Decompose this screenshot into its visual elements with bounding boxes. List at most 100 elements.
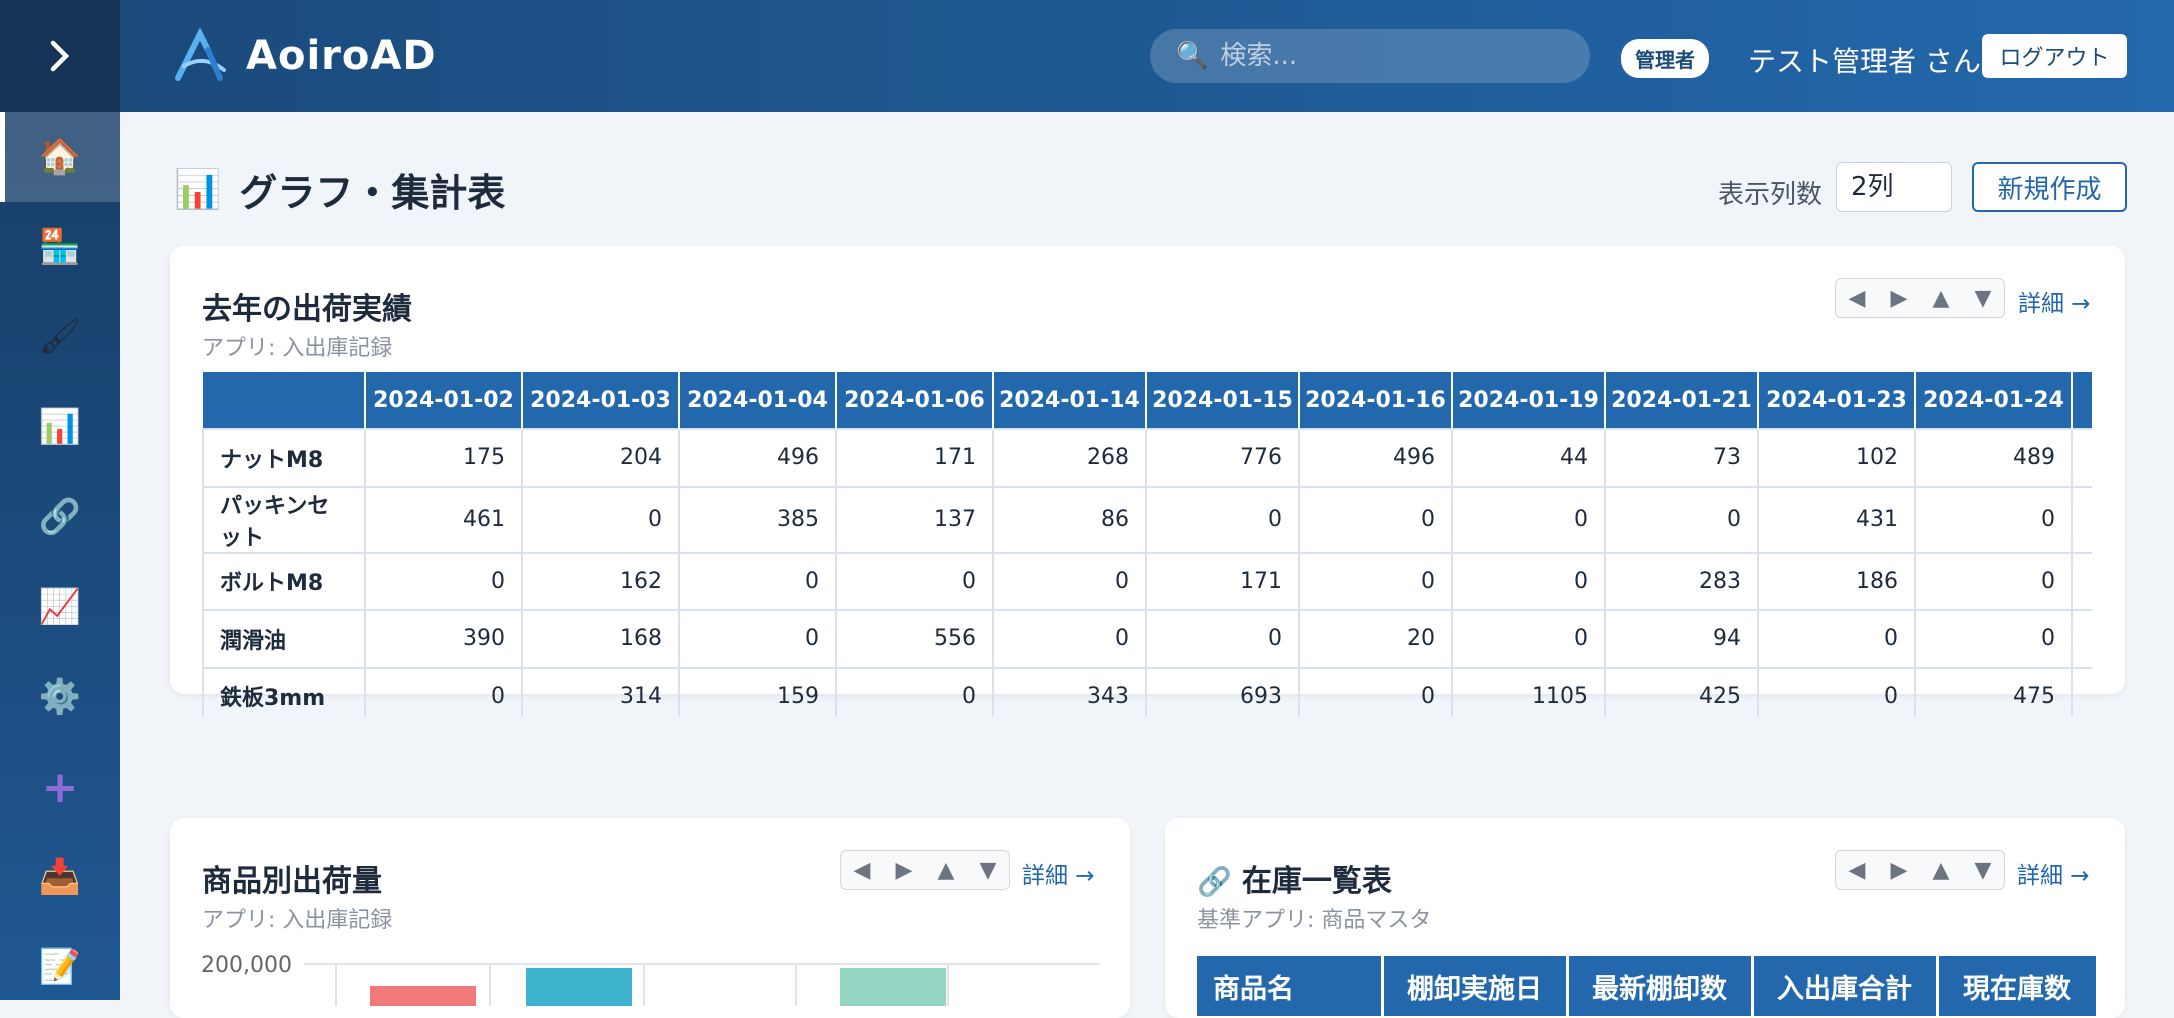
gear-icon: ⚙️ [38, 677, 82, 717]
column-header: 現在庫数 [1937, 956, 2097, 1016]
table-row: ナットM8 175 204 496 171 268 776 496 44 73 102 489 [202, 428, 2092, 488]
by-product-bar-chart: 200,000 [201, 953, 1100, 1006]
detail-link[interactable]: 詳細 → [2017, 856, 2090, 890]
sidebar-item-brush[interactable]: 🖌 [0, 292, 120, 382]
column-header: 入出庫合計 [1752, 956, 1939, 1016]
main-content: 📊 グラフ・集計表 表示列数 2列 新規作成 去年の出荷実績 アプリ: 入出庫記… [120, 112, 2174, 1018]
new-create-button[interactable]: 新規作成 [1972, 162, 2127, 212]
inventory-table: 商品名 棚卸実施日 最新棚卸数 入出庫合計 現在庫数 [1197, 956, 2097, 1016]
sidebar-item-store[interactable]: 🏪 [0, 202, 120, 292]
inbox-tray-icon: 📥 [38, 857, 82, 897]
card-move-controls: ◀ ▶ ▲ ▼ [840, 850, 1010, 890]
table-cell: 496 [678, 428, 837, 488]
home-icon: 🏠 [38, 137, 82, 177]
table-cell: 489 [1914, 428, 2073, 488]
move-right-button[interactable]: ▶ [1878, 851, 1920, 889]
detail-link[interactable]: 詳細 → [2018, 284, 2091, 318]
brush-icon: 🖌 [38, 317, 82, 357]
table-cell: 137 [835, 485, 994, 554]
table-cell: 461 [364, 485, 523, 554]
table-cell: 1105 [1451, 666, 1606, 717]
table-row: ボルトM8 0 162 0 0 0 171 0 0 283 186 0 [202, 551, 2092, 611]
card-subtitle: アプリ: 入出庫記録 [202, 336, 393, 361]
move-down-button[interactable]: ▼ [967, 851, 1009, 889]
table-cell: 20 [1298, 609, 1453, 669]
app-logo-icon [175, 27, 226, 81]
app-name: AoiroAD [246, 33, 437, 79]
move-up-button[interactable]: ▲ [1920, 851, 1962, 889]
table-cell: 0 [1145, 485, 1300, 554]
page-title-row: 📊 グラフ・集計表 [174, 162, 505, 217]
detail-link[interactable]: 詳細 → [1022, 856, 1095, 890]
table-cell: 556 [835, 609, 994, 669]
sidebar-item-links[interactable]: 🔗 [0, 472, 120, 562]
table-cell: 186 [1757, 551, 1916, 611]
card-subtitle: 基準アプリ: 商品マスタ [1197, 908, 1432, 933]
table-cell: 431 [1757, 485, 1916, 554]
column-header: 商品名 [1197, 956, 1384, 1016]
table-cell: 0 [1914, 485, 2073, 554]
sidebar-item-settings[interactable]: ⚙️ [0, 652, 120, 742]
column-header: 2024-01-02 [365, 372, 523, 429]
row-label: パッキンセット [202, 485, 366, 554]
sidebar: 🏠 🏪 🖌 📊 🔗 📈 ⚙️ + 📥 📝 [0, 0, 120, 1000]
link-icon: 🔗 [1197, 865, 1232, 898]
table-cell [2071, 485, 2092, 554]
move-left-button[interactable]: ◀ [1836, 279, 1878, 317]
sidebar-item-home[interactable]: 🏠 [0, 112, 120, 202]
sidebar-item-add[interactable]: + [0, 742, 120, 832]
table-cell: 0 [1604, 485, 1759, 554]
move-down-button[interactable]: ▼ [1962, 279, 2004, 317]
move-right-button[interactable]: ▶ [883, 851, 925, 889]
table-cell: 475 [1914, 666, 2073, 717]
move-down-button[interactable]: ▼ [1962, 851, 2004, 889]
sidebar-item-notes[interactable]: 📝 [0, 922, 120, 1012]
table-cell: 171 [1145, 551, 1300, 611]
column-header: 2 [2072, 372, 2092, 429]
table-cell: 0 [1914, 551, 2073, 611]
plus-icon: + [41, 761, 79, 813]
move-left-button[interactable]: ◀ [841, 851, 883, 889]
column-header: 2024-01-23 [1758, 372, 1916, 429]
store-icon: 🏪 [38, 227, 82, 267]
sidebar-item-charts[interactable]: 📊 [0, 382, 120, 472]
table-cell: 73 [1604, 428, 1759, 488]
move-up-button[interactable]: ▲ [925, 851, 967, 889]
table-cell: 496 [1298, 428, 1453, 488]
table-cell: 0 [1298, 551, 1453, 611]
table-cell: 0 [521, 485, 680, 554]
table-cell: 0 [1451, 551, 1606, 611]
table-cell: 425 [1604, 666, 1759, 717]
table-cell: 44 [1451, 428, 1606, 488]
table-cell: 168 [521, 609, 680, 669]
bar-chart-icon: 📊 [174, 167, 222, 211]
card-title: 🔗 在庫一覧表 [1197, 856, 1392, 900]
column-header: 2024-01-14 [993, 372, 1147, 429]
y-tick-label: 200,000 [201, 953, 292, 978]
search-box[interactable]: 🔍 [1150, 29, 1590, 83]
table-cell: 162 [521, 551, 680, 611]
logout-button[interactable]: ログアウト [1982, 34, 2127, 78]
link-icon: 🔗 [38, 497, 82, 537]
table-cell: 0 [364, 551, 523, 611]
sidebar-item-import[interactable]: 📥 [0, 832, 120, 922]
table-row: 鉄板3mm 0 314 159 0 343 693 0 1105 425 0 475 [202, 666, 2092, 717]
column-count-select[interactable]: 2列 [1836, 162, 1952, 212]
search-input[interactable] [1220, 41, 1581, 71]
column-header: 2024-01-16 [1299, 372, 1453, 429]
table-cell: 0 [1757, 666, 1916, 717]
table-cell: 283 [1604, 551, 1759, 611]
table-cell: 94 [1604, 609, 1759, 669]
sidebar-item-trends[interactable]: 📈 [0, 562, 120, 652]
row-label: ボルトM8 [202, 551, 366, 611]
move-left-button[interactable]: ◀ [1836, 851, 1878, 889]
table-cell [2071, 551, 2092, 611]
move-right-button[interactable]: ▶ [1878, 279, 1920, 317]
sidebar-toggle-button[interactable] [0, 0, 120, 112]
page-title: グラフ・集計表 [239, 171, 506, 215]
move-up-button[interactable]: ▲ [1920, 279, 1962, 317]
column-header: 2024-01-04 [679, 372, 837, 429]
card-subtitle: アプリ: 入出庫記録 [202, 908, 393, 933]
column-header: 最新棚卸数 [1567, 956, 1754, 1016]
column-header: 2024-01-15 [1146, 372, 1300, 429]
